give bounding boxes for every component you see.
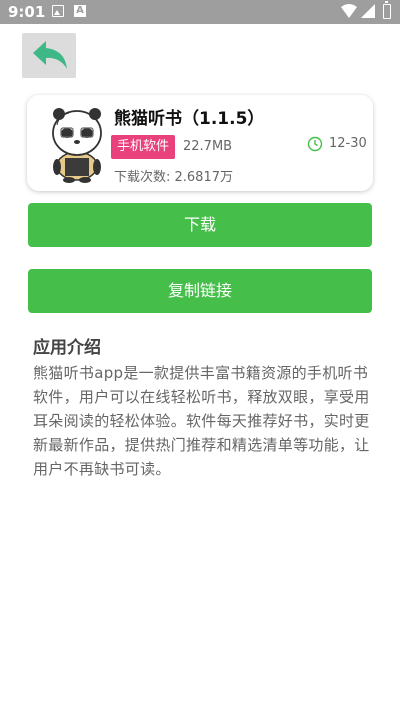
battery-icon (383, 1, 391, 19)
status-bar: 9:01 A (0, 0, 400, 24)
signal-icon (361, 4, 375, 18)
back-arrow-icon (33, 41, 67, 69)
intro-text: 熊猫听书app是一款提供丰富书籍资源的手机听书软件，用户可以在线轻松听书，释放双… (33, 364, 370, 478)
clock-icon (307, 136, 323, 152)
app-size: 22.7MB (183, 139, 233, 154)
app-info-card: 熊猫听书（1.1.5） 手机软件 22.7MB 12-30 下载次数: 2.68… (27, 95, 373, 191)
panda-mascot-icon (52, 108, 102, 183)
download-count: 下载次数: 2.6817万 (114, 170, 233, 185)
a-notification-icon: A (74, 5, 86, 17)
gallery-icon (52, 5, 64, 17)
back-button[interactable] (22, 33, 76, 78)
wifi-icon (341, 4, 357, 18)
download-button[interactable]: 下载 (28, 203, 372, 247)
status-time: 9:01 (8, 3, 46, 21)
category-badge: 手机软件 (111, 135, 176, 159)
copy-link-button[interactable]: 复制链接 (28, 269, 372, 313)
date-text: 12-30 (329, 136, 367, 151)
intro-title: 应用介绍 (33, 338, 101, 358)
app-name: 熊猫听书（1.1.5） (114, 109, 265, 129)
